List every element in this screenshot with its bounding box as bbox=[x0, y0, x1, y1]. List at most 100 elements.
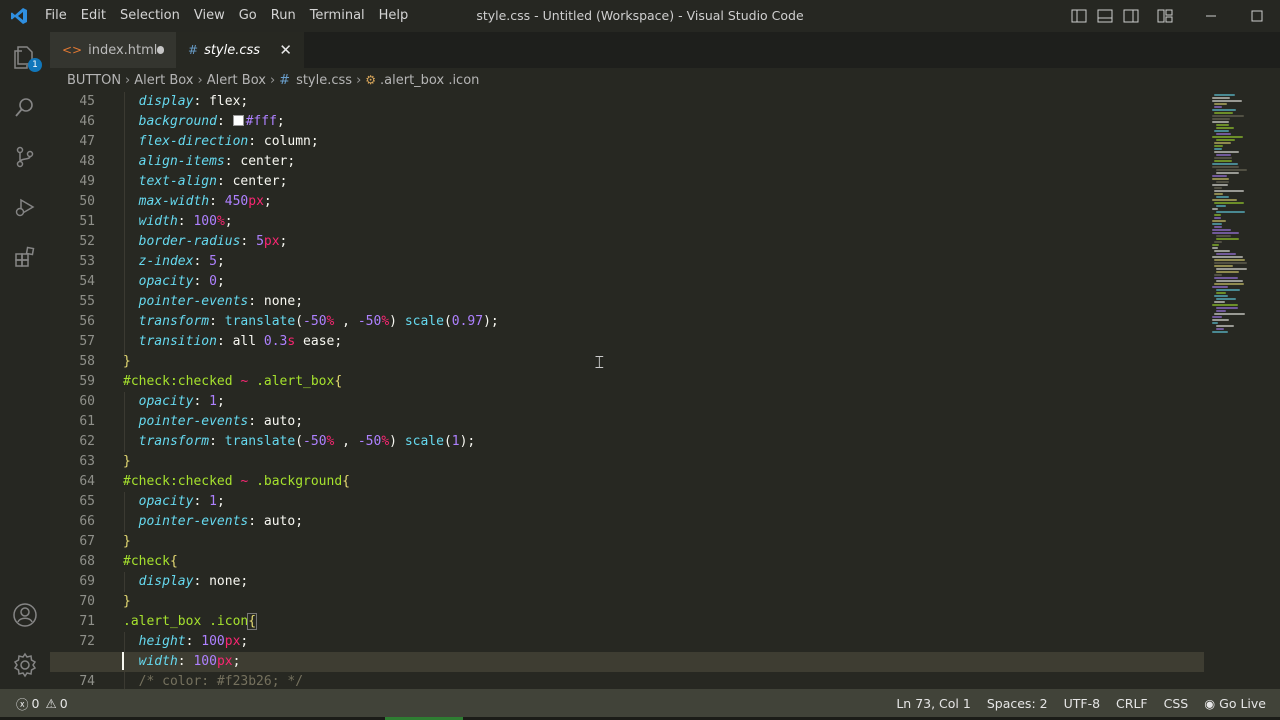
minimap-line bbox=[1212, 223, 1222, 225]
explorer-icon[interactable]: 1 bbox=[0, 32, 50, 82]
chevron-right-icon: › bbox=[356, 72, 362, 88]
breadcrumb-item[interactable]: BUTTON bbox=[67, 73, 121, 88]
code-line: } bbox=[123, 354, 131, 369]
end-of-line[interactable]: CRLF bbox=[1108, 696, 1156, 711]
code-line: } bbox=[123, 454, 131, 469]
minimap-line bbox=[1212, 304, 1238, 306]
run-debug-icon[interactable] bbox=[0, 182, 50, 232]
minimap-line bbox=[1214, 202, 1244, 204]
minimap-line bbox=[1212, 100, 1242, 102]
line-number: 67 bbox=[79, 534, 95, 549]
menu-help[interactable]: Help bbox=[372, 0, 416, 32]
menu-edit[interactable]: Edit bbox=[74, 0, 113, 32]
search-icon[interactable] bbox=[0, 82, 50, 132]
minimap-line bbox=[1212, 121, 1229, 123]
line-number: 61 bbox=[79, 414, 95, 429]
line-number: 45 bbox=[79, 94, 95, 109]
minimap-line bbox=[1214, 241, 1222, 243]
html-file-icon: <> bbox=[62, 43, 83, 57]
minimap-line bbox=[1216, 154, 1231, 156]
menu-go[interactable]: Go bbox=[232, 0, 264, 32]
minimap-line bbox=[1214, 112, 1233, 114]
minimap-line bbox=[1214, 130, 1229, 132]
minimap-line bbox=[1214, 226, 1222, 228]
breadcrumb-file[interactable]: style.css bbox=[296, 73, 352, 88]
breadcrumb-item[interactable]: Alert Box bbox=[134, 73, 193, 88]
minimize-icon[interactable] bbox=[1188, 0, 1234, 32]
extensions-icon[interactable] bbox=[0, 232, 50, 282]
minimap-line bbox=[1212, 286, 1228, 288]
minimap-line bbox=[1212, 316, 1222, 318]
cursor-position[interactable]: Ln 73, Col 1 bbox=[888, 696, 979, 711]
code-line: } bbox=[123, 534, 131, 549]
line-number: 49 bbox=[79, 174, 95, 189]
minimap-line bbox=[1214, 190, 1244, 192]
minimap-line bbox=[1212, 208, 1218, 210]
breadcrumb: BUTTON › Alert Box › Alert Box › # style… bbox=[50, 68, 1280, 92]
code-line: display: none; bbox=[138, 574, 249, 589]
menu-file[interactable]: File bbox=[38, 0, 74, 32]
unsaved-dot-icon[interactable] bbox=[157, 46, 164, 54]
warning-icon: ⚠ bbox=[45, 695, 57, 711]
source-control-icon[interactable] bbox=[0, 132, 50, 182]
error-icon: ⓧ bbox=[16, 696, 29, 712]
code-editor[interactable]: 45 46 47 48 49 50 51 52 53 54 55 56 57 58 59 60 61 62 63 64… bbox=[50, 92, 1280, 689]
problems-indicator[interactable]: ⓧ 0 ⚠ 0 bbox=[0, 694, 76, 713]
accounts-icon[interactable] bbox=[0, 590, 50, 640]
line-number: 68 bbox=[79, 554, 95, 569]
minimap-line bbox=[1214, 214, 1221, 216]
code-line: background: #fff; bbox=[138, 114, 285, 129]
tab-label: style.css bbox=[204, 42, 261, 58]
go-live-label: Go Live bbox=[1219, 695, 1266, 711]
minimap-line bbox=[1214, 187, 1222, 189]
code-line: display: flex; bbox=[138, 94, 249, 109]
tab-index-html[interactable]: <> index.html bbox=[50, 32, 176, 68]
code-content[interactable]: display: flex; background: #fff; flex-di… bbox=[50, 92, 1204, 689]
minimap-line bbox=[1214, 295, 1228, 297]
minimap-line bbox=[1212, 109, 1236, 111]
menu-selection[interactable]: Selection bbox=[113, 0, 187, 32]
code-line: transform: translate(-50% , -50%) scale(… bbox=[138, 434, 476, 449]
breadcrumb-item[interactable]: Alert Box bbox=[207, 73, 266, 88]
menu-run[interactable]: Run bbox=[264, 0, 303, 32]
minimap-line bbox=[1214, 148, 1222, 150]
toggle-secondary-sidebar-icon[interactable] bbox=[1118, 0, 1144, 32]
go-live-button[interactable]: ◉ Go Live bbox=[1196, 696, 1280, 711]
customize-layout-icon[interactable] bbox=[1152, 0, 1178, 32]
breadcrumb-symbol[interactable]: .alert_box .icon bbox=[380, 73, 479, 88]
manage-gear-icon[interactable] bbox=[0, 640, 50, 690]
minimap-line bbox=[1214, 157, 1232, 159]
close-icon[interactable]: ✕ bbox=[279, 41, 292, 59]
minimap-line bbox=[1214, 250, 1230, 252]
line-number: 71 bbox=[79, 614, 95, 629]
code-line: transition: all 0.3s ease; bbox=[138, 334, 343, 349]
encoding[interactable]: UTF-8 bbox=[1056, 696, 1108, 711]
tab-style-css[interactable]: # style.css ✕ bbox=[176, 32, 304, 68]
minimap-line bbox=[1216, 172, 1239, 174]
toggle-panel-icon[interactable] bbox=[1092, 0, 1118, 32]
code-line: transform: translate(-50% , -50%) scale(… bbox=[138, 314, 499, 329]
indentation[interactable]: Spaces: 2 bbox=[979, 696, 1056, 711]
minimap-line bbox=[1214, 94, 1235, 96]
minimap-line bbox=[1216, 124, 1229, 126]
minimap-line bbox=[1214, 160, 1232, 162]
menu-terminal[interactable]: Terminal bbox=[303, 0, 372, 32]
minimap-line bbox=[1212, 136, 1243, 138]
minimap[interactable] bbox=[1210, 92, 1280, 689]
minimap-line bbox=[1216, 325, 1234, 327]
line-number: 51 bbox=[79, 214, 95, 229]
toggle-primary-sidebar-icon[interactable] bbox=[1066, 0, 1092, 32]
tab-bar: <> index.html # style.css ✕ bbox=[50, 32, 1280, 68]
code-line: .alert_box .icon{ bbox=[123, 613, 258, 630]
language-mode[interactable]: CSS bbox=[1156, 696, 1197, 711]
maximize-icon[interactable] bbox=[1234, 0, 1280, 32]
explorer-badge: 1 bbox=[28, 58, 42, 72]
minimap-line bbox=[1212, 178, 1229, 180]
error-count: 0 bbox=[31, 695, 40, 711]
code-line: /* color: #f23b26; */ bbox=[138, 674, 304, 689]
minimap-line bbox=[1216, 253, 1236, 255]
line-number: 50 bbox=[79, 194, 95, 209]
minimap-line bbox=[1216, 196, 1229, 198]
menu-view[interactable]: View bbox=[187, 0, 232, 32]
color-swatch[interactable] bbox=[232, 115, 244, 126]
